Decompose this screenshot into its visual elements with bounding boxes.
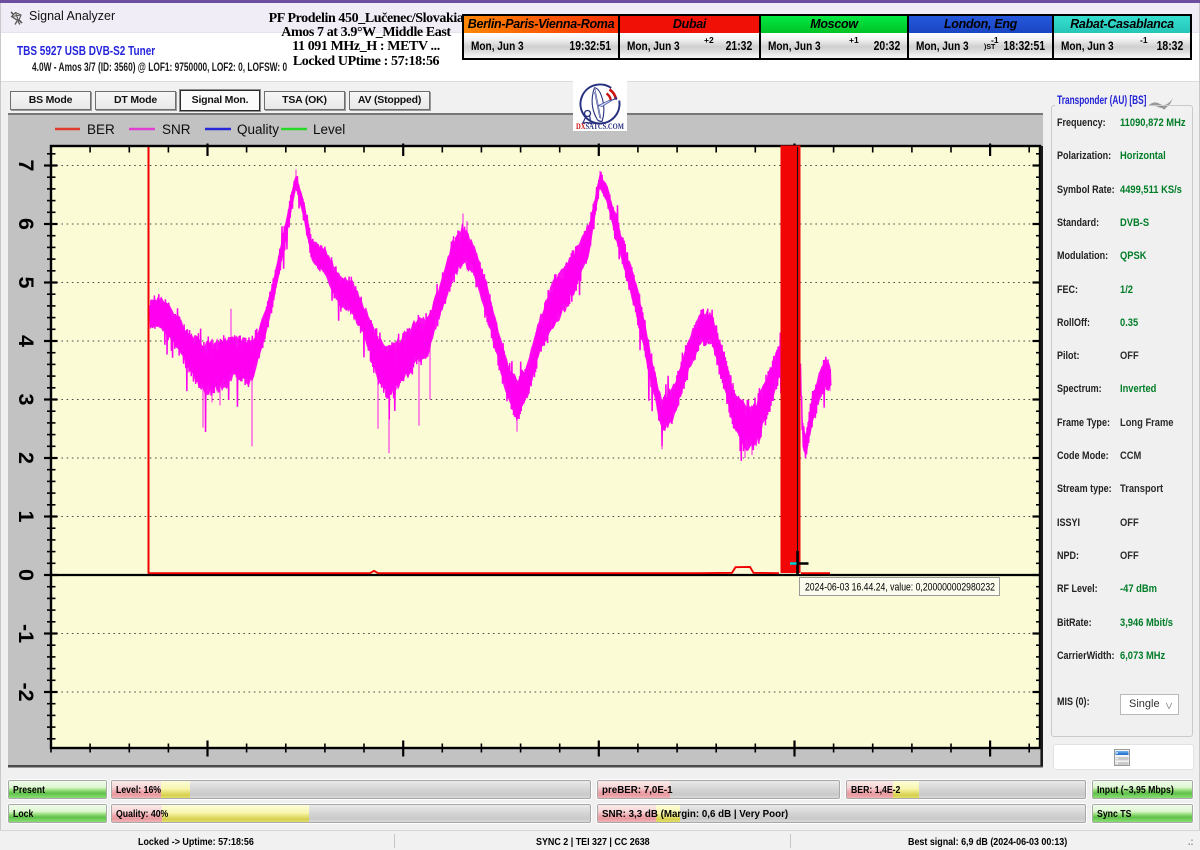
svg-text:DXSATCS.COM: DXSATCS.COM xyxy=(576,121,625,131)
svg-text:5: 5 xyxy=(14,277,38,289)
svg-text:6: 6 xyxy=(14,218,38,230)
svg-text:-2: -2 xyxy=(14,682,38,701)
svg-text:2024-06-03 16.44.24, value: 0,: 2024-06-03 16.44.24, value: 0,2000000029… xyxy=(805,582,995,594)
svg-text:7: 7 xyxy=(14,160,38,172)
svg-text:Level: Level xyxy=(313,122,345,137)
svg-text:BER: BER xyxy=(87,122,115,137)
svg-text:0: 0 xyxy=(14,569,38,581)
svg-text:Quality: Quality xyxy=(237,122,279,137)
svg-text:-1: -1 xyxy=(14,624,38,643)
svg-text:1: 1 xyxy=(14,511,38,523)
svg-text:3: 3 xyxy=(14,394,38,406)
svg-text:4: 4 xyxy=(14,335,38,347)
svg-text:2: 2 xyxy=(14,452,38,464)
svg-text:SNR: SNR xyxy=(162,122,191,137)
